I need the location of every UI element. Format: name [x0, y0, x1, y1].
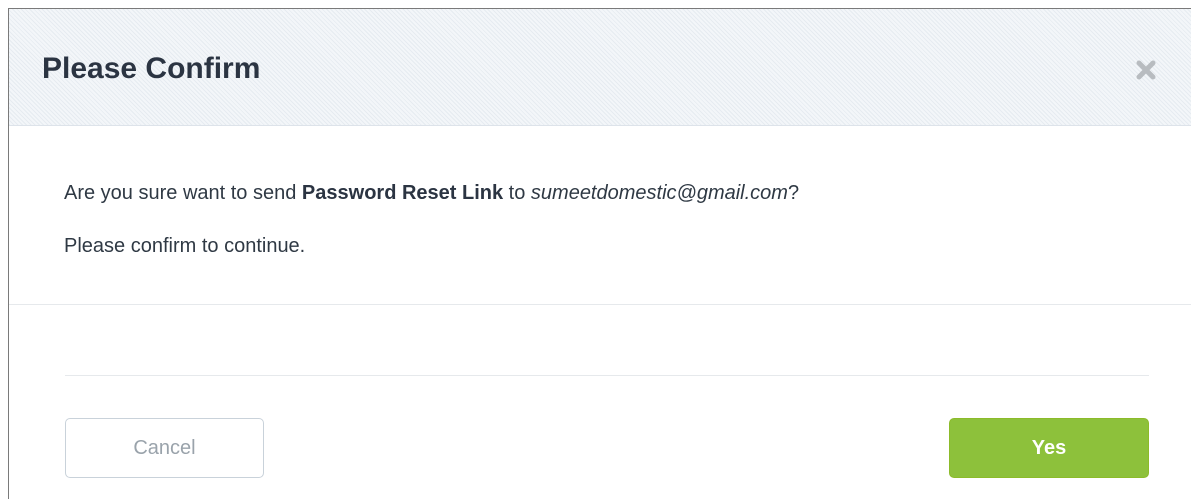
yes-button[interactable]: Yes — [949, 418, 1149, 478]
cancel-button[interactable]: Cancel — [65, 418, 264, 478]
confirm-message: Are you sure want to send Password Reset… — [64, 180, 799, 206]
footer-divider — [65, 375, 1149, 376]
dialog-header: Please Confirm — [9, 9, 1191, 126]
close-button[interactable] — [1129, 53, 1163, 87]
close-icon — [1136, 60, 1156, 80]
dialog-title: Please Confirm — [42, 52, 261, 85]
instruction-text: Please confirm to continue. — [64, 235, 306, 257]
message-email: sumeetdomestic@gmail.com — [530, 182, 788, 204]
message-prefix: Are you sure want to send — [64, 182, 302, 204]
message-action: Password Reset Link — [301, 182, 504, 204]
message-suffix: ? — [787, 182, 800, 204]
confirm-dialog: Please Confirm Are you sure want to send… — [8, 8, 1191, 499]
dialog-body: Are you sure want to send Password Reset… — [9, 126, 1191, 305]
message-middle: to — [503, 182, 531, 204]
